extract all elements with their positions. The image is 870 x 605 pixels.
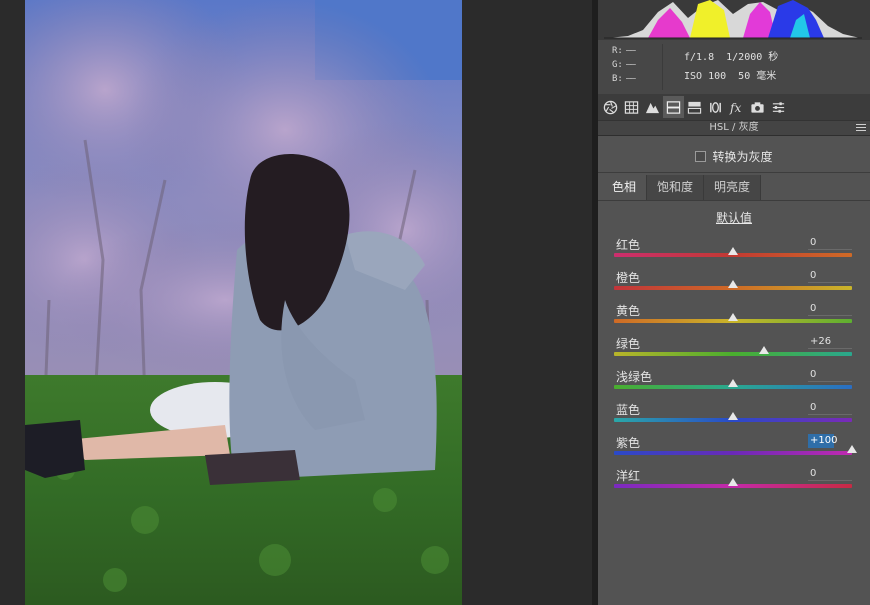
slider-value-field[interactable]: 0: [808, 368, 852, 382]
slider-red[interactable]: 红色 0: [614, 236, 854, 266]
divider: [598, 200, 870, 201]
info-separator: [662, 44, 663, 90]
aperture-icon[interactable]: [600, 96, 621, 118]
default-button[interactable]: 默认值: [716, 211, 752, 225]
rgb-value: ——: [626, 46, 636, 56]
slider-thumb[interactable]: [728, 412, 738, 420]
tab-saturation[interactable]: 饱和度: [647, 175, 705, 200]
slider-value-field[interactable]: 0: [808, 269, 852, 283]
slider-label: 浅绿色: [616, 370, 653, 384]
slider-thumb[interactable]: [728, 478, 738, 486]
exif-readout: f/1.8 1/2000 秒 ISO 100 50 毫米: [684, 48, 778, 86]
grid-icon[interactable]: [621, 96, 642, 118]
photo-preview: [25, 0, 462, 605]
slider-value-field[interactable]: 0: [808, 236, 852, 250]
image-canvas[interactable]: [0, 0, 592, 605]
slider-label: 绿色: [616, 337, 641, 351]
slider-orange[interactable]: 橙色 0: [614, 269, 854, 299]
svg-text:fx: fx: [729, 101, 741, 115]
slider-label: 紫色: [616, 436, 641, 450]
slider-green[interactable]: 绿色 +26: [614, 335, 854, 365]
detail-icon[interactable]: [705, 96, 726, 118]
slider-value-field[interactable]: +100: [808, 434, 837, 448]
grayscale-checkbox[interactable]: [695, 150, 707, 162]
slider-label: 红色: [616, 238, 641, 252]
rgb-label: R:: [612, 46, 623, 56]
exif-line-1: f/1.8 1/2000 秒: [684, 52, 779, 63]
tab-hue[interactable]: 色相: [602, 175, 648, 200]
exif-line-2: ISO 100 50 毫米: [684, 71, 777, 82]
slider-purple[interactable]: 紫色 +100: [614, 434, 857, 464]
slider-thumb[interactable]: [728, 280, 738, 288]
info-area: R: —— G: —— B: —— f/1.8 1/2000 秒 ISO 100 50 …: [598, 40, 870, 94]
rgb-label: G:: [612, 60, 623, 70]
rgb-readout: R: —— G: —— B: ——: [612, 44, 646, 86]
slider-value-field[interactable]: 0: [808, 302, 852, 316]
divider: [598, 172, 870, 173]
slider-value-field[interactable]: 0: [808, 467, 852, 481]
presets-sliders-icon[interactable]: [768, 96, 789, 118]
slider-thumb[interactable]: [759, 346, 769, 354]
rgb-value: ——: [626, 60, 636, 70]
camera-icon[interactable]: [747, 96, 768, 118]
slider-value-field[interactable]: +26: [808, 335, 852, 349]
section-header: HSL / 灰度: [598, 120, 870, 136]
hsl-subtabs: 色相 饱和度 明亮度: [602, 175, 762, 200]
slider-label: 蓝色: [616, 403, 641, 417]
rgb-row-b: B: ——: [612, 72, 646, 86]
histogram: [598, 0, 870, 40]
adjustment-panel: R: —— G: —— B: —— f/1.8 1/2000 秒 ISO 100 50 …: [598, 0, 870, 605]
slider-label: 洋红: [616, 469, 641, 483]
slider-track[interactable]: [614, 451, 852, 455]
slider-label: 橙色: [616, 271, 641, 285]
app-window: R: —— G: —— B: —— f/1.8 1/2000 秒 ISO 100 50 …: [0, 0, 870, 605]
slider-magenta[interactable]: 洋红 0: [614, 467, 854, 497]
rgb-row-r: R: ——: [612, 44, 646, 58]
slider-track[interactable]: [614, 352, 852, 356]
grayscale-toggle[interactable]: 转换为灰度: [598, 146, 870, 166]
slider-thumb[interactable]: [728, 247, 738, 255]
fx-icon[interactable]: fx: [726, 96, 747, 118]
slider-aqua[interactable]: 浅绿色 0: [614, 368, 854, 398]
slider-label: 黄色: [616, 304, 641, 318]
rgb-label: B:: [612, 74, 623, 84]
default-link-row: 默认值: [598, 209, 870, 226]
slider-thumb[interactable]: [728, 313, 738, 321]
grayscale-label: 转换为灰度: [712, 149, 773, 164]
slider-value-field[interactable]: 0: [808, 401, 852, 415]
hsl-panel-icon[interactable]: [663, 96, 684, 118]
panel-tabs: fx: [598, 94, 870, 120]
rgb-value: ——: [626, 74, 636, 84]
tab-luminance[interactable]: 明亮度: [704, 175, 762, 200]
slider-yellow[interactable]: 黄色 0: [614, 302, 854, 332]
split-toning-icon[interactable]: [684, 96, 705, 118]
slider-thumb[interactable]: [728, 379, 738, 387]
slider-blue[interactable]: 蓝色 0: [614, 401, 854, 431]
mountain-icon[interactable]: [642, 96, 663, 118]
section-title: HSL / 灰度: [709, 122, 759, 133]
rgb-row-g: G: ——: [612, 58, 646, 72]
panel-menu-icon[interactable]: [856, 124, 866, 132]
slider-thumb[interactable]: [847, 445, 857, 453]
